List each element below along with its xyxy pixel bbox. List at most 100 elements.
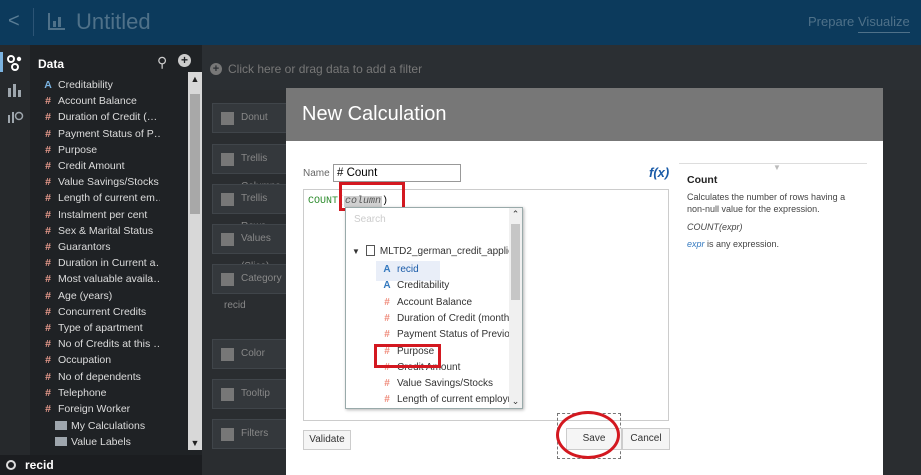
column-option-label: recid [397,264,419,275]
data-element-item[interactable]: # Concurrent Credits [42,304,160,320]
column-option[interactable]: # Length of current employm [381,392,511,408]
measure-icon: # [45,127,51,140]
data-element-item[interactable]: # Sex & Marital Status [42,223,160,239]
left-rail [0,45,30,475]
grammar-row[interactable]: Values (Slice) [212,224,292,272]
grammar-row[interactable]: Category [212,264,292,294]
data-panel-icon[interactable] [6,54,24,72]
data-element-item[interactable]: # Length of current em… [42,190,160,206]
help-expr-keyword: expr [687,239,705,249]
page-title[interactable]: Untitled [76,9,151,35]
grammar-row-icon [221,153,234,166]
column-option-label: Duration of Credit (month) [397,312,511,324]
add-data-icon[interactable]: + [178,54,191,67]
data-element-item[interactable]: # Age (years) [42,288,160,304]
grammar-row[interactable]: Color [212,339,292,369]
grammar-row[interactable]: Tooltip [212,379,292,409]
dialog-header: New Calculation [286,88,883,141]
data-element-item[interactable]: # Account Balance [42,93,160,109]
data-element-item[interactable]: # Guarantors [42,239,160,255]
data-element-label: Type of apartment [58,322,143,334]
grammar-row-icon [221,428,234,441]
column-option[interactable]: Arecid [381,262,511,278]
add-filter-icon[interactable]: + [210,63,222,75]
scrollbar-thumb[interactable] [190,94,200,214]
tab-prepare[interactable]: Prepare [808,14,854,29]
data-element-item[interactable]: # Payment Status of P… [42,126,160,142]
data-element-label: Value Savings/Stocks [58,176,159,189]
measure-icon: # [45,241,51,253]
data-element-item[interactable]: # Occupation [42,352,160,368]
search-icon[interactable]: ⚲ [157,54,167,71]
validate-button[interactable]: Validate [303,430,351,450]
column-option[interactable]: # Value Savings/Stocks [381,376,511,392]
column-picker-dropdown[interactable]: Search ▼ MLTD2_german_credit_applic Areci… [345,207,523,409]
dataset-root[interactable]: ▼ MLTD2_german_credit_applic [352,245,510,257]
scroll-down-arrow-icon[interactable]: ▼ [190,438,200,448]
category-value[interactable]: recid [224,300,246,311]
data-element-label: Most valuable availa… [58,273,160,286]
measure-icon: # [384,378,390,390]
column-option[interactable]: A Creditability [381,278,511,294]
dropdown-scrollbar[interactable]: ⌃ ⌄ [509,208,522,408]
scroll-up-arrow-icon[interactable]: ⌃ [510,209,521,220]
scroll-down-arrow-icon[interactable]: ⌄ [510,396,521,407]
visualization-icon [48,13,65,30]
cancel-button[interactable]: Cancel [622,428,670,450]
data-element-label: No of Credits at this … [58,338,160,351]
folder-item[interactable]: My Calculations [55,418,145,434]
data-element-label: Duration of Credit (… [58,111,158,124]
help-signature: COUNT(expr) [687,222,743,232]
column-option[interactable]: # Duration of Credit (month) [381,311,511,327]
column-option-label: Payment Status of Previou [397,329,511,341]
data-element-label: Credit Amount [58,160,125,172]
measure-icon: # [45,386,51,399]
analytics-icon[interactable] [6,107,24,125]
column-option[interactable]: # Account Balance [381,295,511,311]
dropdown-scrollbar-thumb[interactable] [511,224,520,300]
grammar-row[interactable]: Donut [212,103,292,133]
visualizations-icon[interactable] [6,81,24,99]
data-element-item[interactable]: # Purpose [42,142,160,158]
recid-annotation-box [374,344,441,368]
measure-icon: # [384,296,390,308]
data-element-item[interactable]: # Most valuable availa… [42,271,160,287]
data-element-item[interactable]: # Foreign Worker [42,401,160,417]
column-search-input[interactable]: Search [354,214,386,225]
grammar-row[interactable]: Trellis Rows [212,184,292,232]
data-panel-scrollbar[interactable]: ▲ ▼ [188,72,202,450]
grammar-row[interactable]: Trellis Columns [212,144,292,192]
data-element-item[interactable]: # Instalment per cent [42,207,160,223]
data-element-item[interactable]: # Type of apartment [42,320,160,336]
grammar-row-icon [221,388,234,401]
data-element-item[interactable]: # Value Savings/Stocks [42,174,160,190]
grammar-row-label: Donut [241,112,268,123]
data-element-item[interactable]: # No of Credits at this … [42,336,160,352]
help-expr-text: is any expression. [704,239,780,249]
grammar-row-icon [221,233,234,246]
measure-icon: # [45,403,51,415]
scroll-up-arrow-icon[interactable]: ▲ [190,74,200,84]
back-button[interactable]: < [8,10,20,33]
collapse-triangle-icon[interactable]: ▼ [352,247,360,256]
data-element-item[interactable]: # Telephone [42,385,160,401]
folder-item[interactable]: Value Labels [55,434,131,450]
attribute-icon: A [383,280,391,292]
data-element-item[interactable]: # No of dependents [42,369,160,385]
data-element-label: Payment Status of P… [58,127,160,140]
tab-visualize[interactable]: Visualize [858,14,910,33]
measure-icon: # [45,273,51,286]
data-element-item[interactable]: # Credit Amount [42,158,160,174]
filter-bar[interactable]: + Click here or drag data to add a filte… [202,45,921,90]
grammar-row-label: Color [241,348,265,359]
data-element-item[interactable]: # Duration in Current a… [42,255,160,271]
top-bar: < Untitled Prepare Visualize [0,0,921,45]
selected-field-bar: recid [0,455,202,475]
column-option[interactable]: # Payment Status of Previou [381,327,511,343]
grammar-row[interactable]: Filters [212,419,292,449]
function-icon[interactable]: f(x) [649,165,669,180]
filter-placeholder[interactable]: Click here or drag data to add a filter [228,62,422,76]
name-field[interactable] [333,164,461,182]
data-element-item[interactable]: # Duration of Credit (… [42,109,160,125]
data-element-item[interactable]: A Creditability [42,77,160,93]
